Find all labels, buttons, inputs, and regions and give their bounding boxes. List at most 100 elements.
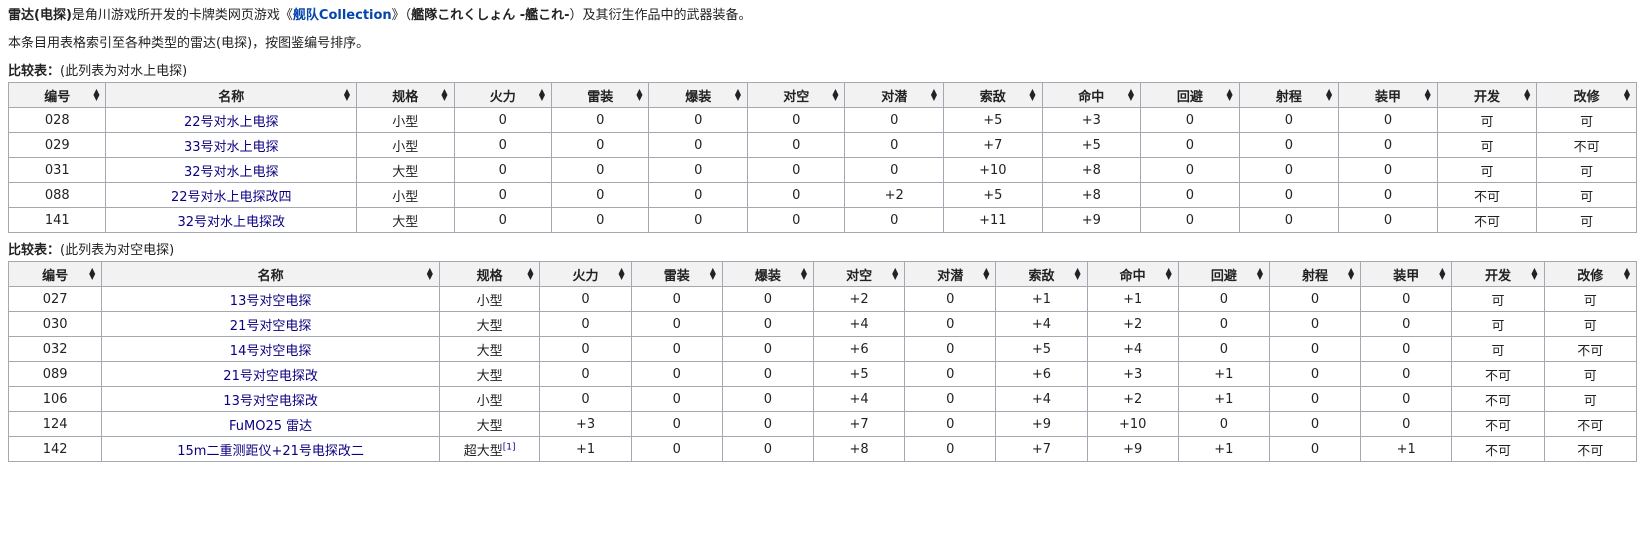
table1-col-header[interactable]: 名称 ▲ ▼ [105, 82, 358, 108]
cell-firepower: 0 [539, 361, 632, 387]
cell-range: 0 [1268, 411, 1362, 437]
table2-col-header[interactable]: 改修 ▲ ▼ [1543, 261, 1638, 287]
cell-los: +11 [943, 207, 1043, 233]
table2-col-header[interactable]: 编号 ▲ ▼ [7, 261, 103, 287]
cell-id: 141 [7, 207, 107, 233]
table-row: 027 13号对空电探 小型 0 0 0 +2 0 +1 +1 0 0 0 可 … [7, 286, 1638, 312]
equipment-link[interactable]: 13号对空电探改 [223, 394, 318, 409]
surface-radar-table: 编号 ▲ ▼ 名称 ▲ ▼ 规格 ▲ ▼ 火力 ▲ ▼ 雷装 ▲ ▼ 爆装 ▲ ▼ 对空 ▲ ▼ 对潜 ▲ ▼ … [7, 82, 1637, 233]
cell-firepower: 0 [539, 336, 632, 362]
equipment-link[interactable]: 13号对空电探 [230, 294, 312, 309]
table2-col-header[interactable]: 对潜 ▲ ▼ [904, 261, 997, 287]
cell-develop: 不可 [1451, 436, 1545, 462]
equipment-link[interactable]: 14号对空电探 [230, 344, 312, 359]
equipment-link[interactable]: 15m二重测距仪+21号电探改二 [177, 444, 364, 459]
cell-range: 0 [1238, 132, 1340, 158]
table2-col-header[interactable]: 回避 ▲ ▼ [1177, 261, 1270, 287]
table-row: 028 22号对水上电探 小型 0 0 0 0 0 +5 +3 0 0 0 可 … [7, 107, 1637, 133]
cell-id: 028 [7, 107, 107, 133]
cell-torpedo: 0 [630, 286, 723, 312]
table2-col-header[interactable]: 名称 ▲ ▼ [101, 261, 440, 287]
equipment-link[interactable]: 22号对水上电探 [184, 115, 279, 130]
cell-id: 032 [7, 336, 103, 362]
cell-torpedo: 0 [630, 411, 723, 437]
note-paragraph: 本条目用表格索引至各种类型的雷达(电探)，按图鉴编号排序。 [8, 36, 370, 51]
equipment-link[interactable]: 21号对空电探 [230, 319, 312, 334]
cell-accuracy: +2 [1086, 386, 1179, 412]
table1-col-header[interactable]: 爆装 ▲ ▼ [648, 82, 748, 108]
table2-col-header[interactable]: 开发 ▲ ▼ [1451, 261, 1545, 287]
equipment-link[interactable]: 22号对水上电探改四 [171, 190, 292, 205]
table1-col-header[interactable]: 编号 ▲ ▼ [7, 82, 107, 108]
table2-col-header[interactable]: 爆装 ▲ ▼ [721, 261, 815, 287]
cell-anti-sub: +2 [844, 182, 945, 208]
table2-col-header[interactable]: 命中 ▲ ▼ [1086, 261, 1179, 287]
cell-range: 0 [1268, 436, 1362, 462]
table1-col-header[interactable]: 开发 ▲ ▼ [1436, 82, 1538, 108]
cell-los: +6 [995, 361, 1088, 387]
table1-label: 比较表： [8, 64, 61, 79]
cell-armor: 0 [1338, 207, 1438, 233]
cell-torpedo: 0 [630, 311, 723, 337]
table1-col-header[interactable]: 规格 ▲ ▼ [356, 82, 455, 108]
sort-arrows-icon: ▲ ▼ [734, 87, 741, 102]
cell-id: 027 [7, 286, 103, 312]
cell-develop: 不可 [1451, 386, 1545, 412]
equipment-link[interactable]: 33号对水上电探 [184, 140, 279, 155]
table1-col-header[interactable]: 回避 ▲ ▼ [1140, 82, 1240, 108]
cell-develop: 可 [1436, 107, 1538, 133]
cell-improve: 可 [1543, 311, 1638, 337]
cell-firepower: 0 [453, 107, 552, 133]
cell-evasion: 0 [1140, 182, 1240, 208]
table2-col-header[interactable]: 规格 ▲ ▼ [438, 261, 541, 287]
cell-anti-air: +4 [813, 311, 906, 337]
cell-los: +1 [995, 286, 1088, 312]
cell-evasion: 0 [1177, 311, 1270, 337]
table1-col-header[interactable]: 改修 ▲ ▼ [1536, 82, 1637, 108]
intro-paragraph: 雷达(电探)是角川游戏所开发的卡牌类网页游戏《舰队Collection》（艦隊こ… [8, 6, 1642, 26]
footnote-link[interactable]: [1] [503, 442, 516, 452]
cell-develop: 可 [1451, 286, 1545, 312]
cell-id: 089 [7, 361, 103, 387]
equipment-link[interactable]: 32号对水上电探改 [177, 215, 285, 230]
sort-arrows-icon: ▲ ▼ [892, 266, 899, 281]
equipment-link[interactable]: FuMO25 雷达 [229, 419, 312, 434]
table2-col-header[interactable]: 索敌 ▲ ▼ [995, 261, 1088, 287]
cell-torpedo: 0 [550, 132, 650, 158]
intro-term: 雷达(电探) [8, 8, 72, 23]
equipment-link[interactable]: 32号对水上电探 [184, 165, 279, 180]
cell-torpedo: 0 [630, 361, 723, 387]
table2-col-header[interactable]: 装甲 ▲ ▼ [1360, 261, 1453, 287]
table1-col-header[interactable]: 对潜 ▲ ▼ [844, 82, 945, 108]
table1-col-header[interactable]: 雷装 ▲ ▼ [550, 82, 650, 108]
cell-los: +5 [943, 107, 1043, 133]
table2-col-header[interactable]: 射程 ▲ ▼ [1268, 261, 1362, 287]
sort-arrows-icon: ▲ ▼ [426, 266, 433, 281]
table1-col-header[interactable]: 命中 ▲ ▼ [1041, 82, 1142, 108]
table1-col-header[interactable]: 射程 ▲ ▼ [1238, 82, 1340, 108]
cell-accuracy: +4 [1086, 336, 1179, 362]
table2-col-header[interactable]: 火力 ▲ ▼ [539, 261, 632, 287]
cell-develop: 不可 [1436, 182, 1538, 208]
game-link[interactable]: 舰队Collection [293, 8, 392, 23]
sort-arrows-icon: ▲ ▼ [441, 87, 448, 102]
cell-evasion: +1 [1177, 386, 1270, 412]
table2-col-header[interactable]: 雷装 ▲ ▼ [630, 261, 723, 287]
sort-arrows-icon: ▲ ▼ [1424, 87, 1431, 102]
cell-anti-sub: 0 [904, 436, 997, 462]
air-radar-table: 编号 ▲ ▼ 名称 ▲ ▼ 规格 ▲ ▼ 火力 ▲ ▼ 雷装 ▲ ▼ 爆装 ▲ ▼ 对空 ▲ ▼ 对潜 ▲ ▼ … [7, 261, 1638, 462]
table2-col-header[interactable]: 对空 ▲ ▼ [813, 261, 906, 287]
table1-col-header[interactable]: 索敌 ▲ ▼ [943, 82, 1043, 108]
table1-col-header[interactable]: 对空 ▲ ▼ [746, 82, 846, 108]
table2-heading: 比较表：(此列表为对空电探) [8, 241, 1642, 261]
table1-col-header[interactable]: 火力 ▲ ▼ [453, 82, 552, 108]
cell-name: 13号对空电探改 [101, 386, 440, 412]
cell-torpedo: 0 [550, 182, 650, 208]
cell-anti-sub: 0 [844, 207, 945, 233]
cell-improve: 不可 [1543, 436, 1638, 462]
table1-col-header[interactable]: 装甲 ▲ ▼ [1338, 82, 1438, 108]
cell-develop: 不可 [1451, 361, 1545, 387]
equipment-link[interactable]: 21号对空电探改 [223, 369, 318, 384]
cell-torpedo: 0 [630, 436, 723, 462]
cell-evasion: 0 [1177, 286, 1270, 312]
